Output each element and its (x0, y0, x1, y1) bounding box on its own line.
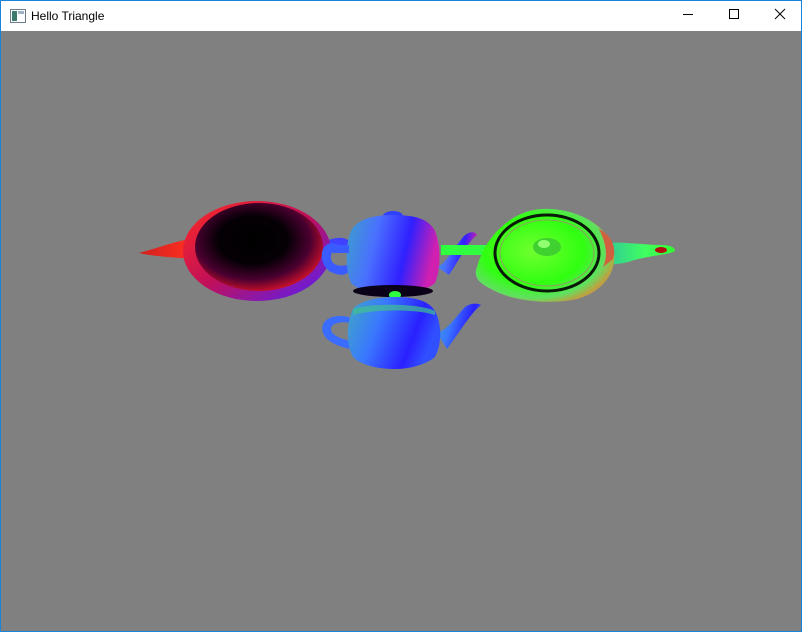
close-button[interactable] (757, 1, 802, 31)
application-window-icon (10, 9, 26, 23)
window-title: Hello Triangle (31, 9, 105, 23)
minimize-icon (682, 7, 694, 25)
teapot-front-side-view (322, 291, 481, 369)
close-icon (774, 7, 786, 25)
minimize-button[interactable] (665, 1, 711, 31)
render-viewport[interactable] (1, 31, 801, 631)
teapot-left-top-view (139, 201, 351, 301)
title-bar[interactable]: Hello Triangle (1, 1, 801, 31)
app-window: Hello Triangle (0, 0, 802, 632)
maximize-button[interactable] (711, 1, 757, 31)
maximize-icon (728, 7, 740, 25)
scene-canvas (139, 201, 675, 369)
teapot-right-bottom-view (475, 208, 675, 302)
